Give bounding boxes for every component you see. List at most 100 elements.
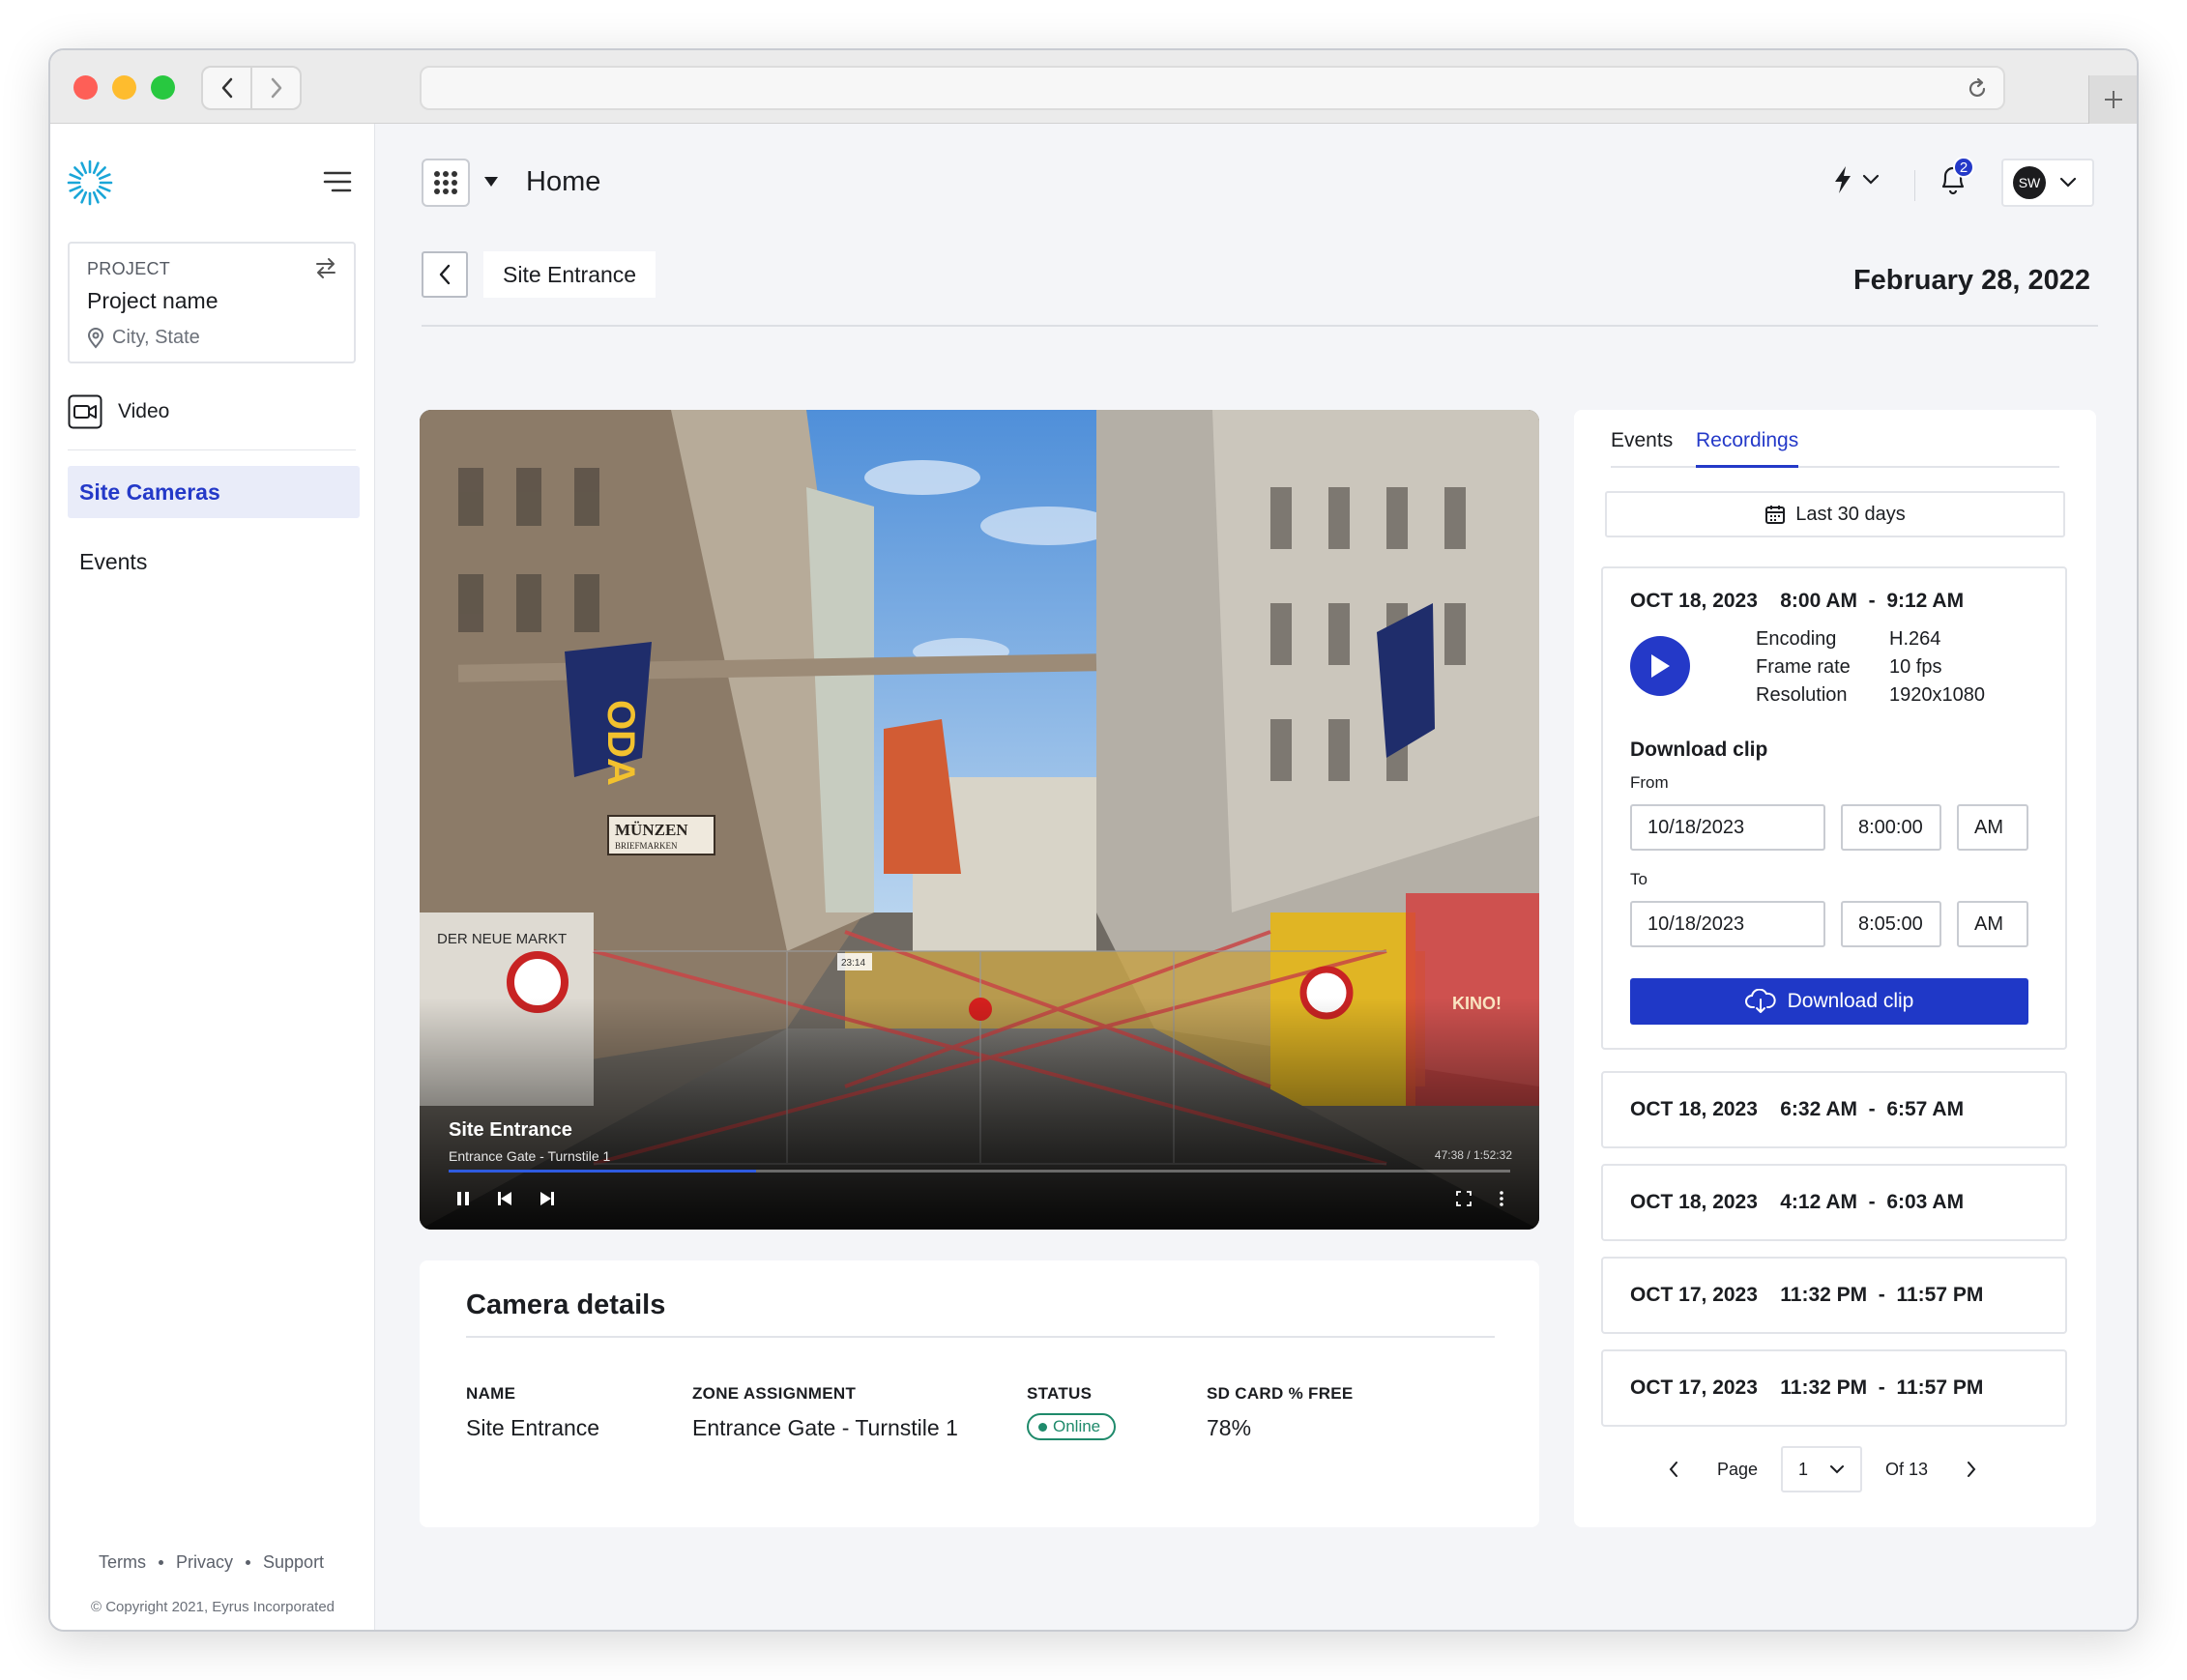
page-total: Of 13 (1885, 1459, 1929, 1479)
tab-recordings[interactable]: Recordings (1696, 429, 1799, 468)
from-time-field[interactable]: 8:00:00 (1841, 804, 1941, 851)
video-section-label: Video (118, 400, 170, 422)
header-divider-line (422, 325, 2098, 327)
fullscreen-icon[interactable] (1456, 1191, 1472, 1206)
new-tab-button[interactable] (2088, 75, 2137, 124)
recording-item[interactable]: OCT 17, 2023 11:32 PM - 11:57 PM (1601, 1349, 2067, 1427)
detail-sd-value: 78% (1207, 1415, 1252, 1440)
video-subtitle: Entrance Gate - Turnstile 1 (449, 1148, 611, 1164)
terms-link[interactable]: Terms (99, 1552, 146, 1573)
main-content: Home 2 SW Site Entrance February 28, 202… (375, 124, 2137, 1630)
play-recording-button[interactable] (1630, 636, 1690, 696)
browser-forward-button[interactable] (250, 68, 300, 108)
app-switcher-button[interactable] (422, 159, 470, 207)
detail-zone-value: Entrance Gate - Turnstile 1 (692, 1415, 958, 1440)
page-select[interactable]: 1 (1781, 1446, 1863, 1492)
to-label: To (1630, 870, 1648, 888)
scene-market-text: DER NEUE MARKT (437, 931, 567, 947)
recordings-panel: Events Recordings Last 30 days OCT 18, 2… (1574, 410, 2096, 1527)
recording-time: 6:32 AM - 6:57 AM (1780, 1098, 1965, 1120)
video-progress-bar[interactable] (449, 1170, 1510, 1173)
chevron-down-icon (2059, 177, 2077, 188)
grid-dots-icon (434, 171, 457, 194)
detail-status: STATUS Online (1027, 1384, 1117, 1440)
detail-zone: ZONE ASSIGNMENT Entrance Gate - Turnstil… (692, 1384, 958, 1441)
recording-date: OCT 17, 2023 (1630, 1284, 1758, 1306)
from-ampm-select[interactable]: AM (1957, 804, 2028, 851)
status-dot-icon (1038, 1422, 1047, 1432)
spec-value: H.264 (1889, 628, 1941, 650)
skip-forward-icon[interactable] (539, 1191, 555, 1206)
minimize-window-button[interactable] (112, 75, 136, 100)
back-button[interactable] (422, 251, 468, 298)
video-overlay (420, 998, 1539, 1230)
chevron-left-icon[interactable] (1667, 1460, 1680, 1479)
video-timestamp: 47:38 / 1:52:32 (1434, 1148, 1512, 1162)
close-window-button[interactable] (73, 75, 98, 100)
page-current: 1 (1798, 1459, 1809, 1479)
detail-name-value: Site Entrance (466, 1415, 600, 1440)
spec-key: Encoding (1756, 628, 1837, 650)
to-date-field[interactable]: 10/18/2023 (1630, 901, 1825, 947)
support-link[interactable]: Support (263, 1552, 324, 1573)
menu-icon[interactable] (323, 170, 352, 193)
cloud-download-icon (1744, 989, 1776, 1013)
more-vertical-icon[interactable] (1499, 1191, 1504, 1206)
sidebar-item-events[interactable]: Events (68, 536, 360, 588)
status-badge-text: Online (1053, 1417, 1101, 1435)
detail-sd-label: SD CARD % FREE (1207, 1384, 1354, 1403)
company-logo-icon (67, 159, 113, 206)
swap-project-icon[interactable] (313, 255, 338, 280)
from-date-field[interactable]: 10/18/2023 (1630, 804, 1825, 851)
sidebar-divider (68, 449, 356, 450)
quick-actions-menu[interactable] (1831, 164, 1880, 195)
video-player[interactable]: ODA MÜNZEN BRIEFMARKEN DER NEUE MARKT KI… (420, 410, 1539, 1230)
video-title: Site Entrance (449, 1119, 572, 1141)
project-card[interactable]: PROJECT Project name City, State (68, 242, 356, 363)
recording-item[interactable]: OCT 18, 2023 4:12 AM - 6:03 AM (1601, 1164, 2067, 1241)
notification-badge: 2 (1953, 157, 1974, 178)
camera-details-card: Camera details NAME Site Entrance ZONE A… (420, 1260, 1539, 1527)
date-range-button[interactable]: Last 30 days (1605, 491, 2065, 537)
pause-icon[interactable] (456, 1191, 470, 1206)
current-date: February 28, 2022 (1852, 265, 2090, 296)
copyright-text: © Copyright 2021, Eyrus Incorporated (91, 1599, 335, 1615)
project-label: PROJECT (87, 259, 171, 278)
breadcrumb: Site Entrance (483, 251, 656, 298)
privacy-link[interactable]: Privacy (176, 1552, 233, 1573)
sidebar-item-site-cameras[interactable]: Site Cameras (68, 466, 360, 518)
recording-date: OCT 18, 2023 (1630, 590, 1758, 612)
recording-item[interactable]: OCT 17, 2023 11:32 PM - 11:57 PM (1601, 1257, 2067, 1334)
notifications-button[interactable]: 2 (1938, 157, 1974, 200)
user-menu-button[interactable]: SW (2001, 159, 2094, 207)
spec-value: 10 fps (1889, 656, 1942, 678)
skip-back-icon[interactable] (497, 1191, 512, 1206)
chevron-right-icon[interactable] (1965, 1460, 1978, 1479)
address-bar[interactable] (420, 66, 2005, 110)
to-time-field[interactable]: 8:05:00 (1841, 901, 1941, 947)
sidebar-item-label: Events (79, 548, 148, 574)
recording-title: OCT 18, 2023 8:00 AM - 9:12 AM (1630, 590, 1964, 613)
spec-key: Frame rate (1756, 656, 1851, 678)
details-divider (466, 1336, 1495, 1338)
project-location-text: City, State (112, 327, 200, 348)
to-ampm-select[interactable]: AM (1957, 901, 2028, 947)
maximize-window-button[interactable] (151, 75, 175, 100)
recording-item[interactable]: OCT 18, 2023 6:32 AM - 6:57 AM (1601, 1071, 2067, 1148)
recording-time: 8:00 AM - 9:12 AM (1780, 590, 1965, 612)
chevron-right-icon (271, 77, 281, 99)
plus-icon (2104, 91, 2122, 108)
recording-time: 4:12 AM - 6:03 AM (1780, 1191, 1965, 1213)
browser-back-button[interactable] (203, 68, 250, 108)
pagination: Page 1 Of 13 (1667, 1446, 1978, 1492)
tab-events[interactable]: Events (1611, 429, 1673, 468)
camera-details-title: Camera details (466, 1289, 666, 1320)
footer-links: Terms Privacy Support (99, 1552, 324, 1573)
page-label: Page (1717, 1459, 1759, 1479)
caret-down-icon[interactable] (483, 176, 499, 188)
header-divider (1914, 170, 1915, 201)
video-controls (456, 1191, 555, 1206)
page-title: Home (526, 166, 601, 197)
reload-icon[interactable] (1965, 76, 1990, 101)
download-clip-button[interactable]: Download clip (1630, 978, 2028, 1025)
